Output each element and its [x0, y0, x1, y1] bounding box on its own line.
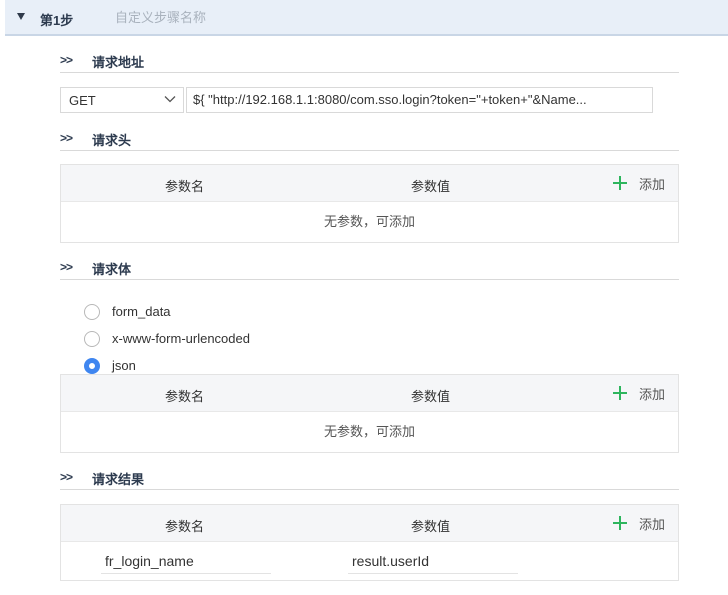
url-input[interactable]: ${ "http://192.168.1.1:8080/com.sso.logi…	[186, 87, 653, 113]
add-label: 添加	[639, 386, 666, 402]
section-request-headers: >> 请求头	[60, 129, 679, 151]
body-type-radio-group: form_data x-www-form-urlencoded json	[84, 298, 250, 379]
column-param-name: 参数名	[165, 389, 205, 404]
column-param-value: 参数值	[411, 389, 451, 404]
table-header: 参数名 参数值 添加	[61, 165, 678, 202]
param-value-input[interactable]: result.userId	[348, 548, 518, 574]
column-param-name: 参数名	[165, 519, 205, 534]
section-arrow: >>	[60, 131, 73, 145]
column-param-value: 参数值	[411, 519, 451, 534]
section-request-result: >> 请求结果	[60, 468, 679, 490]
section-title: 请求结果	[92, 472, 145, 487]
step-name-input[interactable]	[115, 8, 375, 26]
column-param-name: 参数名	[165, 179, 205, 194]
section-title: 请求地址	[92, 55, 145, 70]
radio-label: x-www-form-urlencoded	[112, 331, 250, 346]
section-arrow: >>	[60, 260, 73, 274]
section-arrow: >>	[60, 53, 73, 67]
plus-icon	[613, 386, 627, 400]
headers-table: 参数名 参数值 添加 无参数，可添加	[60, 164, 679, 243]
plus-icon	[613, 176, 627, 190]
add-header-button[interactable]: 添加	[613, 173, 665, 193]
step-title: 第1步	[40, 13, 74, 28]
radio-form-data[interactable]: form_data	[84, 298, 250, 325]
empty-placeholder: 无参数，可添加	[323, 214, 415, 229]
body-table: 参数名 参数值 添加 无参数，可添加	[60, 374, 679, 453]
section-title: 请求体	[92, 262, 132, 277]
radio-x-www-form-urlencoded[interactable]: x-www-form-urlencoded	[84, 325, 250, 352]
caret-down-icon[interactable]	[17, 13, 25, 20]
add-label: 添加	[639, 516, 666, 532]
add-result-button[interactable]: 添加	[613, 513, 665, 533]
step-header[interactable]: 第1步	[5, 0, 728, 36]
section-arrow: >>	[60, 470, 73, 484]
method-select[interactable]: GET	[60, 87, 184, 113]
section-title: 请求头	[92, 133, 132, 148]
plus-icon	[613, 516, 627, 530]
table-row: fr_login_name result.userId	[61, 542, 678, 580]
add-label: 添加	[639, 176, 666, 192]
empty-placeholder: 无参数，可添加	[323, 424, 415, 439]
method-value: GET	[69, 93, 96, 108]
radio-button[interactable]	[84, 303, 100, 320]
radio-label: form_data	[112, 304, 171, 319]
chevron-down-icon	[164, 96, 176, 103]
table-header: 参数名 参数值 添加	[61, 375, 678, 412]
add-body-button[interactable]: 添加	[613, 383, 665, 403]
section-request-body: >> 请求体	[60, 258, 679, 280]
radio-button-checked[interactable]	[84, 357, 100, 374]
param-name-input[interactable]: fr_login_name	[101, 548, 271, 574]
result-table: 参数名 参数值 添加 fr_login_name result.userId	[60, 504, 679, 581]
radio-button[interactable]	[84, 330, 100, 347]
column-param-value: 参数值	[411, 179, 451, 194]
table-header: 参数名 参数值 添加	[61, 505, 678, 542]
section-request-url: >> 请求地址	[60, 51, 679, 73]
radio-label: json	[112, 358, 136, 373]
